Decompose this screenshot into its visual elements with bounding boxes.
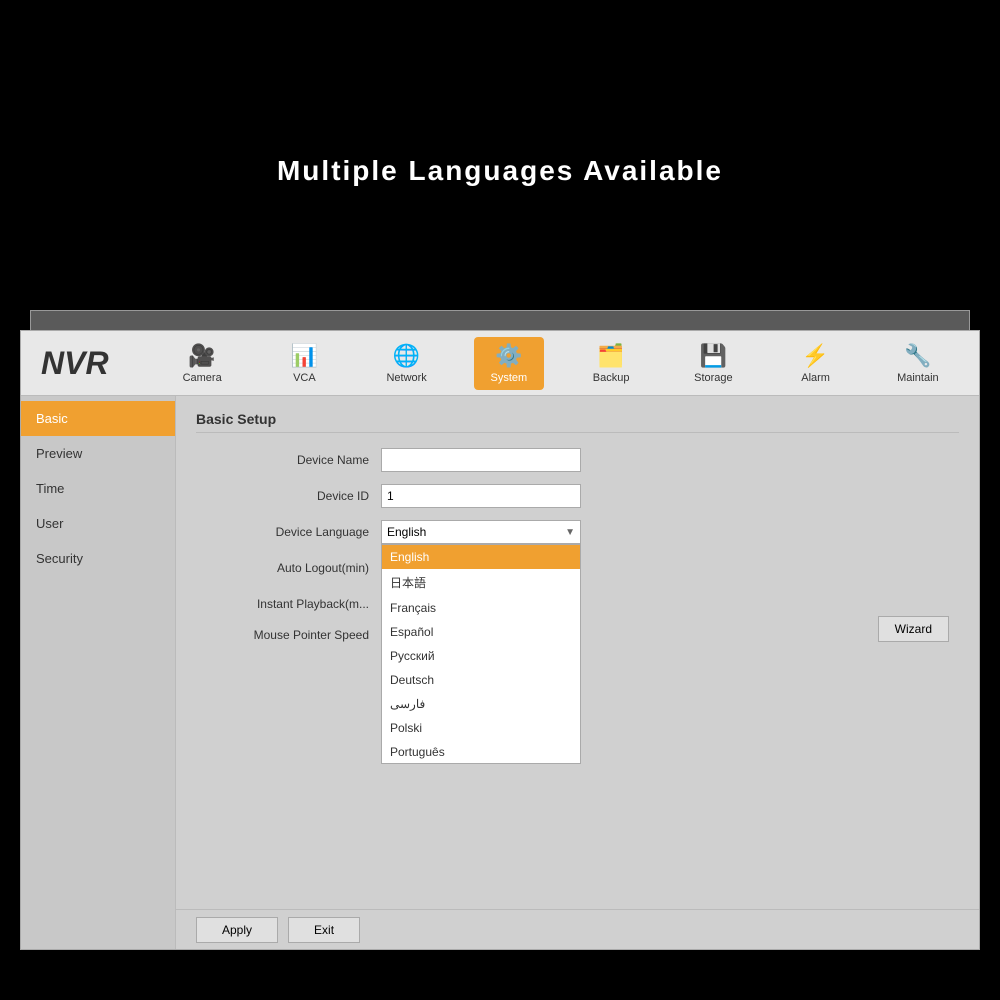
page-title: Multiple Languages Available [277,155,723,186]
lang-option-japanese[interactable]: 日本語 [382,569,580,596]
storage-label: Storage [694,372,733,384]
lang-option-portuguese[interactable]: Português [382,740,580,764]
lang-option-french[interactable]: Français [382,596,580,620]
camera-label: Camera [183,372,222,384]
system-label: System [491,372,528,384]
nav-items: 🎥 Camera 📊 VCA 🌐 Network ⚙️ System 🗂️ Ba… [151,337,969,390]
device-name-input[interactable] [381,448,581,472]
network-label: Network [386,372,426,384]
vca-icon: 📊 [291,343,318,369]
nav-item-camera[interactable]: 🎥 Camera [167,337,237,390]
nav-item-alarm[interactable]: ⚡ Alarm [781,337,851,390]
camera-icon: 🎥 [188,343,215,369]
lang-option-english[interactable]: English [382,545,580,569]
lang-option-russian[interactable]: Русский [382,644,580,668]
backup-label: Backup [593,372,630,384]
language-dropdown-list[interactable]: English日本語FrançaisEspañolРусскийDeutschف… [381,544,581,764]
lang-option-farsi[interactable]: فارسی [382,692,580,716]
device-id-label: Device ID [196,489,381,503]
title-area: Multiple Languages Available [0,155,1000,187]
exit-button[interactable]: Exit [288,917,360,943]
bottom-bar: Apply Exit [176,909,979,949]
content-area: BasicPreviewTimeUserSecurity Basic Setup… [21,396,979,949]
device-id-input[interactable] [381,484,581,508]
navbar: NVR 🎥 Camera 📊 VCA 🌐 Network ⚙️ System 🗂… [21,331,979,396]
device-name-label: Device Name [196,453,381,467]
auto-logout-label: Auto Logout(min) [196,561,381,575]
device-language-row: Device Language English ▼ English日本語Fran… [196,520,959,544]
sidebar-item-user[interactable]: User [21,506,175,541]
nvr-panel: NVR 🎥 Camera 📊 VCA 🌐 Network ⚙️ System 🗂… [20,330,980,950]
device-id-row: Device ID [196,484,959,508]
network-icon: 🌐 [393,343,420,369]
dropdown-arrow-icon: ▼ [565,527,575,538]
section-title: Basic Setup [196,411,959,433]
nav-item-backup[interactable]: 🗂️ Backup [576,337,646,390]
mouse-pointer-label: Mouse Pointer Speed [196,628,381,642]
instant-playback-label: Instant Playback(m... [196,597,381,611]
maintain-label: Maintain [897,372,939,384]
alarm-label: Alarm [801,372,830,384]
nvr-logo: NVR [31,345,151,382]
nav-item-maintain[interactable]: 🔧 Maintain [883,337,953,390]
lang-option-spanish[interactable]: Español [382,620,580,644]
system-icon: ⚙️ [495,343,522,369]
lang-option-german[interactable]: Deutsch [382,668,580,692]
nav-item-system[interactable]: ⚙️ System [474,337,544,390]
nav-item-storage[interactable]: 💾 Storage [678,337,748,390]
wizard-button[interactable]: Wizard [878,616,949,642]
sidebar-item-time[interactable]: Time [21,471,175,506]
main-content: Basic Setup Device Name Device ID Device… [176,396,979,949]
backup-icon: 🗂️ [597,343,624,369]
alarm-icon: ⚡ [802,343,829,369]
sidebar: BasicPreviewTimeUserSecurity [21,396,176,949]
apply-button[interactable]: Apply [196,917,278,943]
language-dropdown-wrapper: English ▼ English日本語FrançaisEspañolРусск… [381,520,581,544]
vca-label: VCA [293,372,316,384]
storage-icon: 💾 [700,343,727,369]
nav-item-vca[interactable]: 📊 VCA [269,337,339,390]
sidebar-item-security[interactable]: Security [21,541,175,576]
nav-item-network[interactable]: 🌐 Network [372,337,442,390]
language-select-display[interactable]: English ▼ [381,520,581,544]
device-language-label: Device Language [196,525,381,539]
sidebar-item-preview[interactable]: Preview [21,436,175,471]
device-name-row: Device Name [196,448,959,472]
lang-option-polish[interactable]: Polski [382,716,580,740]
language-selected-value: English [387,525,426,539]
maintain-icon: 🔧 [904,343,931,369]
sidebar-item-basic[interactable]: Basic [21,401,175,436]
